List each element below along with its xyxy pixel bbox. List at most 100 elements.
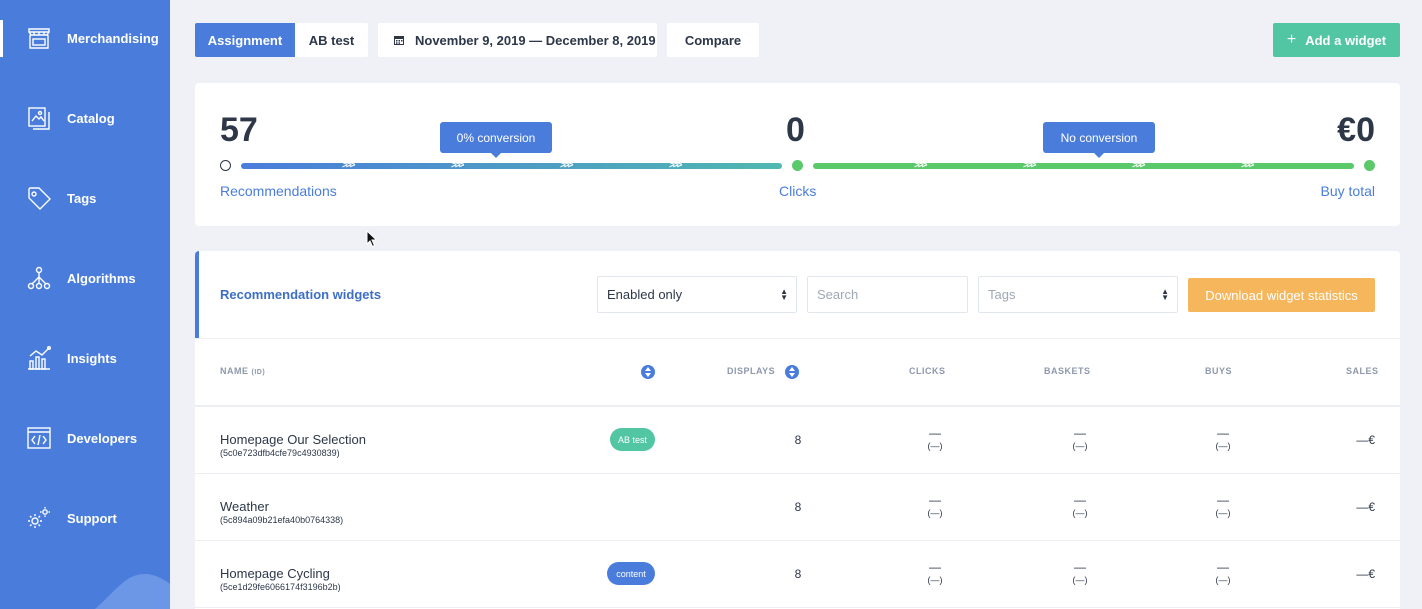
column-header-baskets[interactable]: BASKETS (1044, 366, 1091, 376)
badge-label: content (616, 568, 646, 579)
column-header-buys[interactable]: BUYS (1205, 366, 1232, 376)
clicks-cell: — (—) (915, 494, 955, 520)
baskets-cell: — (—) (1060, 561, 1100, 587)
column-header-displays[interactable]: DISPLAYS (727, 366, 775, 376)
mouse-cursor-icon (366, 230, 378, 248)
column-buys-label: BUYS (1205, 366, 1233, 376)
sidebar-item-label: Tags (67, 190, 97, 206)
tags-filter-select[interactable]: Tags ▲ ▼ (978, 276, 1178, 313)
clicks-cell: — (—) (915, 427, 955, 453)
recommendations-label: Recommendations (220, 183, 337, 199)
chevron-right-icon: >>> (342, 160, 355, 171)
chevron-right-icon: >>> (1132, 160, 1145, 171)
baskets-sub: (—) (1072, 575, 1088, 585)
conversion-text-1: 0% conversion (456, 130, 536, 145)
sidebar-item-label: Support (67, 510, 117, 526)
sales-value: —€ (1356, 433, 1375, 447)
abtest-badge: AB test (610, 428, 655, 451)
column-header-name[interactable]: NAME (ID) (220, 366, 265, 376)
conversion-tooltip-2: No conversion (1043, 122, 1155, 158)
widget-id: (5ce1d29fe6066174f3196b2b) (220, 582, 341, 592)
sidebar-item-merchandising[interactable]: Merchandising (0, 18, 170, 58)
select-caret-icon: ▲ ▼ (1161, 287, 1169, 302)
sales-value: —€ (1356, 567, 1375, 581)
column-header-clicks[interactable]: CLICKS (909, 366, 946, 376)
conversion-tooltip-1: 0% conversion (440, 122, 552, 158)
buys-value: — (1217, 426, 1229, 440)
displays-value: 8 (794, 567, 802, 581)
sidebar-item-label: Catalog (67, 110, 115, 126)
clicks-cell: — (—) (915, 561, 955, 587)
catalog-icon (26, 105, 52, 131)
chart-icon (26, 345, 52, 371)
sort-icon[interactable] (641, 365, 655, 379)
buys-sub: (—) (1215, 508, 1231, 518)
conversion-funnel: 57 0 €0 0% conversion No conversion >>> … (195, 83, 1400, 226)
date-range-label: November 9, 2019 — December 8, 2019 (415, 32, 656, 48)
tag-icon (26, 185, 52, 211)
tags-placeholder: Tags (988, 287, 1016, 302)
widget-id: (5c894a09b21efa40b0764338) (220, 515, 344, 525)
download-statistics-button[interactable]: Download widget statistics (1188, 278, 1375, 312)
sidebar-item-developers[interactable]: Developers (0, 418, 170, 458)
status-filter-select[interactable]: Enabled only ▲ ▼ (597, 276, 797, 313)
table-row[interactable]: Weather (5c894a09b21efa40b0764338) 8 — (—… (195, 474, 1400, 541)
add-widget-label: Add a widget (1305, 32, 1387, 48)
sidebar-item-insights[interactable]: Insights (0, 338, 170, 378)
date-range-picker[interactable]: November 9, 2019 — December 8, 2019 (378, 23, 657, 57)
compare-button[interactable]: Compare (667, 23, 759, 57)
table-row[interactable]: Homepage Cycling (5ce1d29fe6066174f3196b… (195, 541, 1400, 608)
baskets-value: — (1074, 426, 1086, 440)
algorithm-icon (26, 265, 52, 291)
column-displays-label: DISPLAYS (727, 366, 776, 376)
sidebar-item-support[interactable]: Support (0, 498, 170, 538)
assignment-label: Assignment (207, 32, 283, 48)
abtest-button[interactable]: AB test (295, 23, 368, 57)
baskets-cell: — (—) (1060, 494, 1100, 520)
buys-value: — (1217, 560, 1229, 574)
search-input[interactable]: Search (807, 276, 968, 313)
code-icon (26, 425, 52, 451)
add-widget-button[interactable]: + Add a widget (1273, 23, 1400, 57)
chevron-right-icon: >>> (1241, 160, 1254, 171)
sort-icon[interactable] (785, 365, 799, 379)
buys-sub: (—) (1215, 575, 1231, 585)
store-icon (26, 25, 52, 51)
sidebar-item-catalog[interactable]: Catalog (0, 98, 170, 138)
baskets-value: — (1074, 493, 1086, 507)
displays-value: 8 (794, 500, 802, 514)
funnel-end-dot (1364, 160, 1375, 171)
assignment-button[interactable]: Assignment (195, 23, 295, 57)
widget-name[interactable]: Homepage Cycling (220, 566, 330, 581)
clicks-value: — (929, 493, 941, 507)
conversion-text-2: No conversion (1060, 130, 1138, 145)
funnel-track-1 (241, 163, 782, 169)
clicks-label: Clicks (779, 183, 817, 199)
gear-icon (26, 505, 52, 531)
clicks-value: 0 (786, 111, 805, 149)
abtest-label: AB test (308, 32, 355, 48)
widget-name[interactable]: Homepage Our Selection (220, 432, 366, 447)
widget-name[interactable]: Weather (220, 499, 269, 514)
chevron-right-icon: >>> (669, 160, 682, 171)
chevron-right-icon: >>> (451, 160, 464, 171)
chevron-right-icon: >>> (560, 160, 573, 171)
select-caret-icon: ▲ ▼ (780, 287, 788, 302)
clicks-value: — (929, 560, 941, 574)
calendar-icon (394, 36, 404, 45)
panel-accent (195, 251, 199, 338)
sidebar-item-tags[interactable]: Tags (0, 178, 170, 218)
sidebar-item-algorithms[interactable]: Algorithms (0, 258, 170, 298)
status-filter-value: Enabled only (607, 287, 683, 302)
badge-label: AB test (617, 434, 647, 445)
column-header-sales[interactable]: SALES (1346, 366, 1379, 376)
buys-value: — (1217, 493, 1229, 507)
table-row[interactable]: Homepage Our Selection (5c0e723dfb4cfe79… (195, 407, 1400, 474)
column-clicks-label: CLICKS (909, 366, 946, 376)
panel-title: Recommendation widgets (220, 287, 382, 302)
divider (195, 338, 1400, 339)
baskets-cell: — (—) (1060, 427, 1100, 453)
search-placeholder: Search (817, 287, 859, 302)
funnel-start-dot (220, 160, 231, 171)
clicks-sub: (—) (927, 508, 943, 518)
